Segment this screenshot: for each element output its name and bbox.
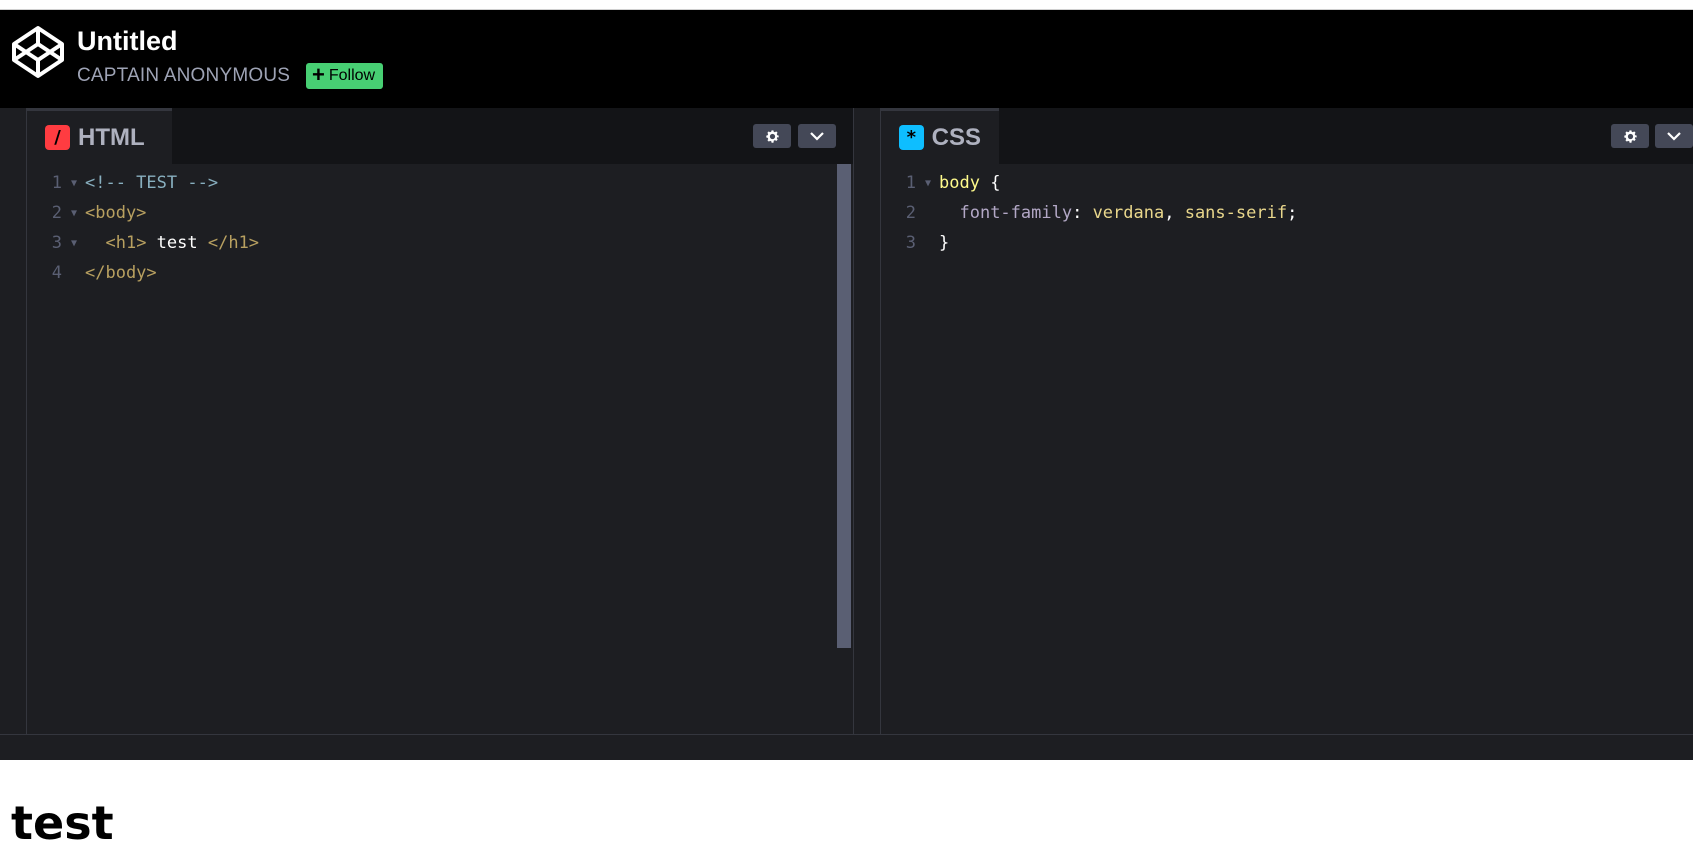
gear-icon	[1623, 129, 1637, 143]
css-editor-pane: * CSS 1 ▼ body { 2 font-family: verdana, s…	[881, 108, 1693, 734]
html-collapse-button[interactable]	[798, 124, 836, 148]
gear-icon	[765, 129, 779, 143]
css-pane-header: * CSS	[881, 108, 1693, 164]
css-tab-label: CSS	[931, 123, 981, 151]
editors-area: / HTML 1 ▼ <!-- TEST --> 2 ▼ <body> 3 ▼ <h1> …	[0, 108, 1693, 734]
code-line: 1 ▼ <!-- TEST -->	[51, 173, 219, 193]
fold-arrow-icon[interactable]: ▼	[921, 178, 935, 189]
fold-arrow-icon[interactable]: ▼	[67, 208, 81, 219]
author-name[interactable]: CAPTAIN ANONYMOUS	[77, 65, 290, 87]
codepen-logo-icon[interactable]	[10, 24, 66, 80]
html-editor-scrollbar[interactable]	[837, 164, 851, 648]
html-language-icon: /	[45, 125, 70, 150]
browser-top-strip	[0, 0, 1693, 10]
html-code-editor[interactable]: 1 ▼ <!-- TEST --> 2 ▼ <body> 3 ▼ <h1> test </…	[27, 164, 853, 734]
html-settings-button[interactable]	[753, 124, 791, 148]
html-tab-label: HTML	[78, 123, 145, 151]
css-language-icon: *	[899, 125, 924, 150]
html-editor-pane: / HTML 1 ▼ <!-- TEST --> 2 ▼ <body> 3 ▼ <h1> …	[27, 108, 853, 734]
chevron-down-icon	[810, 132, 824, 141]
pen-header: Untitled CAPTAIN ANONYMOUS + Follow	[0, 10, 1693, 108]
pen-title[interactable]: Untitled	[77, 26, 178, 57]
follow-label: Follow	[328, 67, 376, 84]
pane-resize-divider[interactable]	[853, 108, 881, 734]
result-preview: test	[0, 760, 1693, 864]
plus-icon: +	[312, 62, 325, 87]
follow-button[interactable]: + Follow	[306, 62, 384, 89]
css-code-editor[interactable]: 1 ▼ body { 2 font-family: verdana, sans-se…	[881, 164, 1693, 734]
code-line: 2 font-family: verdana, sans-serif;	[905, 203, 1298, 223]
html-pane-header: / HTML	[27, 108, 853, 164]
code-line: 3 ▼ <h1> test </h1>	[51, 233, 260, 253]
code-line: 1 ▼ body {	[905, 173, 1001, 193]
fold-arrow-icon[interactable]: ▼	[67, 238, 81, 249]
left-resize-gutter[interactable]	[0, 108, 27, 734]
code-line: 3}	[905, 233, 950, 253]
css-settings-button[interactable]	[1611, 124, 1649, 148]
preview-heading: test	[11, 796, 114, 850]
code-line: 2 ▼ <body>	[51, 203, 147, 223]
code-line: 4 </body>	[51, 263, 157, 283]
css-collapse-button[interactable]	[1655, 124, 1693, 148]
editor-bottom-resize-bar[interactable]	[0, 734, 1693, 760]
chevron-down-icon	[1667, 132, 1681, 141]
fold-arrow-icon[interactable]: ▼	[67, 178, 81, 189]
html-tab[interactable]: / HTML	[27, 108, 172, 164]
css-tab[interactable]: * CSS	[881, 108, 999, 164]
